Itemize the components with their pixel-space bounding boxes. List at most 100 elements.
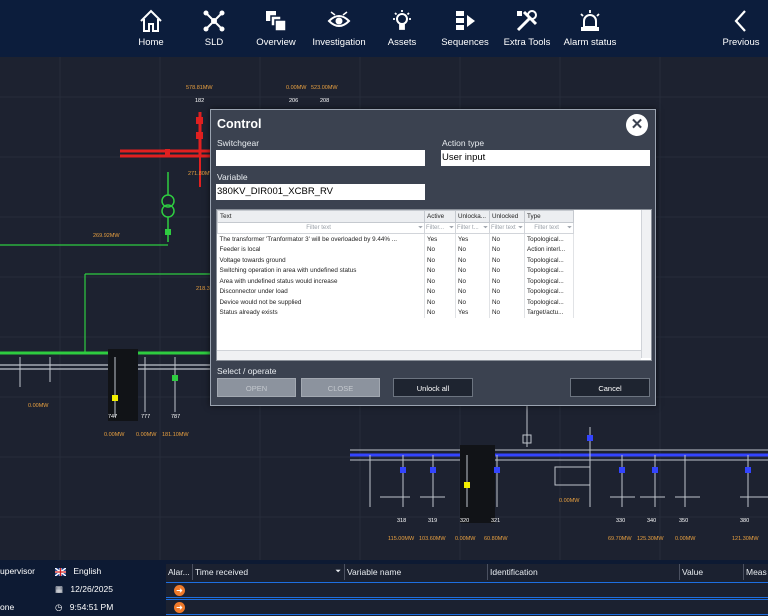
action-type-field[interactable]: User input (441, 150, 650, 166)
power-label: 269.92MW (93, 233, 120, 239)
value-column-header[interactable]: Value (680, 564, 744, 580)
nav-extra-tools-label: Extra Tools (503, 37, 551, 48)
grid-cell-type: Topological... (524, 297, 574, 308)
filter-cell-unlockable[interactable]: Filter t... ⏷ (455, 222, 490, 234)
filter-icon[interactable]: ⏷ (335, 564, 341, 580)
column-header-active[interactable]: Active (424, 210, 456, 223)
grid-cell-unlockable: No (455, 265, 490, 276)
nav-investigation[interactable]: Investigation (304, 6, 374, 48)
measurement-column-header[interactable]: Meas (744, 564, 768, 580)
nav-assets[interactable]: Assets (367, 6, 437, 48)
nav-sequences[interactable]: Sequences (430, 6, 500, 48)
grid-cell-text: Disconnector under load (217, 286, 425, 297)
power-label: 115.00MW (388, 536, 415, 542)
time-value: 9:54:51 PM (69, 602, 114, 612)
unlock-all-button[interactable]: Unlock all (393, 378, 473, 397)
grid-cell-unlockable: No (455, 297, 490, 308)
alarm-row[interactable]: ➜ (166, 599, 768, 615)
alarm-row[interactable]: ➜ (166, 582, 768, 598)
filter-icon[interactable]: ⏷ (518, 225, 523, 232)
filter-cell-text[interactable]: Filter text ⏷ (217, 222, 425, 234)
grid-cell-active: No (424, 255, 456, 266)
close-icon[interactable]: ✕ (626, 114, 648, 136)
grid-body: The transformer 'Tranformator 3' will be… (217, 233, 574, 318)
switchgear-field[interactable] (216, 150, 425, 166)
filter-icon[interactable]: ⏷ (449, 225, 454, 232)
alarm-arrow-icon: ➜ (174, 602, 185, 613)
column-header-text[interactable]: Text (217, 210, 425, 223)
grid-row[interactable]: Area with undefined status would increas… (217, 276, 574, 287)
filter-icon[interactable]: ⏷ (567, 225, 572, 232)
grid-horizontal-scrollbar[interactable] (217, 350, 641, 360)
nav-alarm-status[interactable]: Alarm status (555, 6, 625, 48)
nav-overview[interactable]: Overview (241, 6, 311, 48)
nav-sld-label: SLD (204, 37, 224, 48)
column-header-unlockable[interactable]: Unlocka... (455, 210, 490, 223)
nav-sequences-label: Sequences (441, 37, 489, 48)
nav-home[interactable]: Home (116, 6, 186, 48)
grid-cell-text: Voltage towards ground (217, 255, 425, 266)
feeder-label: 321 (491, 518, 501, 524)
filter-cell-type[interactable]: Filter text ⏷ (524, 222, 574, 234)
grid-row[interactable]: Switching operation in area with undefin… (217, 265, 574, 276)
filter-icon[interactable]: ⏷ (418, 225, 423, 232)
power-label: 0.00MW (136, 432, 157, 438)
filter-cell-active[interactable]: Filter... ⏷ (424, 222, 456, 234)
grid-vertical-scrollbar[interactable] (641, 210, 651, 358)
cancel-button[interactable]: Cancel (570, 378, 650, 397)
grid-row[interactable]: The transformer 'Tranformator 3' will be… (217, 233, 574, 245)
grid-row[interactable]: Status already exists No Yes No Target/actu.… (217, 307, 574, 318)
power-label: 0.00MW (455, 536, 476, 542)
close-button[interactable]: CLOSE (301, 378, 380, 397)
feeder-label: 350 (679, 518, 689, 524)
nav-sld[interactable]: SLD (179, 6, 249, 48)
variable-label: Variable (217, 172, 248, 182)
grid-row[interactable]: Voltage towards ground No No No Topological.… (217, 255, 574, 266)
top-navigation-bar: Home SLD Overview Investigation Assets S… (0, 0, 768, 57)
power-label: 69.70MW (608, 536, 632, 542)
home-icon (140, 9, 162, 32)
grid-row[interactable]: Feeder is local No No No Action interl... (217, 244, 574, 255)
nav-extra-tools[interactable]: Extra Tools (492, 6, 562, 48)
variable-name-column-header[interactable]: Variable name (345, 564, 488, 580)
filter-cell-unlocked[interactable]: Filter text ⏷ (489, 222, 525, 234)
filter-active-placeholder: Filter... (426, 224, 445, 231)
column-header-type[interactable]: Type (524, 210, 574, 223)
nav-previous-label: Previous (722, 37, 760, 48)
variable-field[interactable]: 380KV_DIR001_XCBR_RV (216, 184, 425, 200)
investigation-icon (327, 11, 351, 27)
language-label: English (73, 566, 102, 576)
date-display: ▦ 12/26/2025 (55, 581, 113, 597)
grid-cell-unlocked: No (489, 297, 525, 308)
open-button[interactable]: OPEN (217, 378, 296, 397)
grid-cell-unlocked: No (489, 244, 525, 255)
grid-cell-unlockable: No (455, 286, 490, 297)
identification-column-header[interactable]: Identification (488, 564, 680, 580)
grid-cell-unlocked: No (489, 276, 525, 287)
power-label: 578.81MW (186, 85, 213, 91)
grid-cell-unlocked: No (489, 265, 525, 276)
grid-cell-text: Feeder is local (217, 244, 425, 255)
grid-row[interactable]: Device would not be supplied No No No Topolo… (217, 297, 574, 308)
power-label: 181.10MW (162, 432, 189, 438)
extra-tools-icon (516, 10, 538, 32)
user-role: upervisor (0, 566, 35, 576)
power-label: 523.00MW (311, 85, 338, 91)
feeder-label: 319 (428, 518, 438, 524)
language-selector[interactable]: English (54, 563, 102, 579)
column-header-unlocked[interactable]: Unlocked (489, 210, 525, 223)
time-received-column-header[interactable]: Time received ⏷ (193, 564, 345, 580)
feeder-label: 206 (289, 98, 299, 104)
grid-cell-unlockable: No (455, 276, 490, 287)
nav-previous[interactable]: Previous (706, 6, 768, 48)
nav-home-label: Home (138, 37, 164, 48)
grid-row[interactable]: Disconnector under load No No No Topological… (217, 286, 574, 297)
filter-text-placeholder: Filter text (306, 224, 331, 231)
filter-icon[interactable]: ⏷ (483, 225, 488, 232)
grid-cell-active: No (424, 307, 456, 318)
feeder-label: 330 (616, 518, 626, 524)
nav-overview-label: Overview (256, 37, 296, 48)
alarm-column-header[interactable]: Alar... (166, 564, 193, 580)
filter-unlockable-placeholder: Filter t... (457, 224, 479, 231)
power-label: 0.00MW (104, 432, 125, 438)
